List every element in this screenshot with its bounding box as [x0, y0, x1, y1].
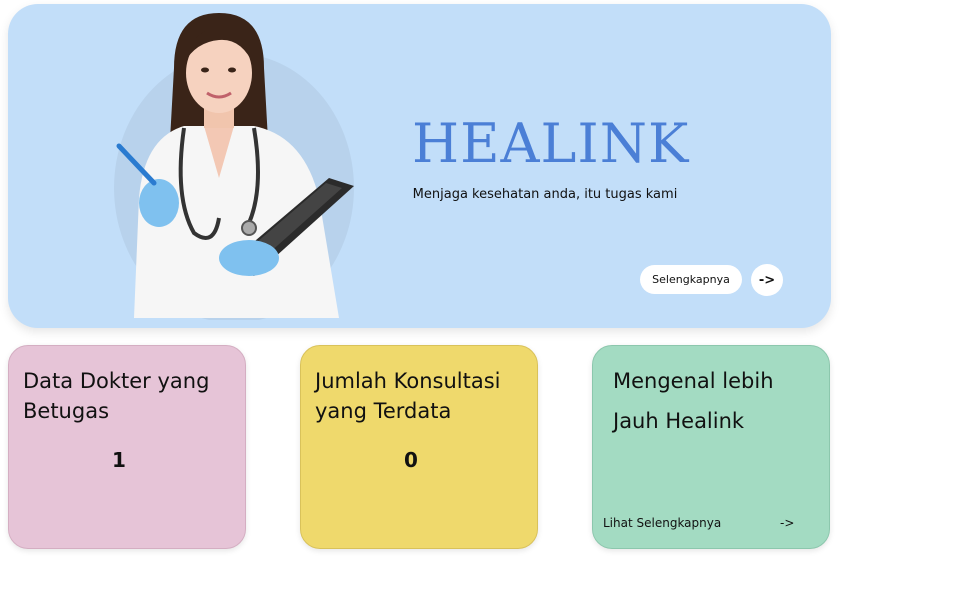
- card-title: Mengenal lebih Jauh Healink: [613, 369, 774, 433]
- consultation-count-card: Jumlah Konsultasi yang Terdata 0: [300, 345, 538, 549]
- consultation-count-value: 0: [404, 448, 418, 472]
- doctor-count-card: Data Dokter yang Betugas 1: [8, 345, 246, 549]
- see-more-arrow[interactable]: ->: [780, 516, 794, 530]
- brand-tagline: Menjaga kesehatan anda, itu tugas kami: [412, 187, 678, 202]
- learn-more-button[interactable]: Selengkapnya: [640, 265, 742, 294]
- doctor-count-value: 1: [112, 448, 126, 472]
- see-more-link[interactable]: Lihat Selengkapnya: [603, 516, 721, 530]
- hero-banner: HEALINK Menjaga kesehatan anda, itu tuga…: [8, 4, 831, 328]
- about-healink-card[interactable]: Mengenal lebih Jauh Healink Lihat Seleng…: [592, 345, 830, 549]
- doctor-illustration: [114, 13, 354, 320]
- next-arrow-button[interactable]: ->: [751, 264, 783, 296]
- card-title: Data Dokter yang Betugas: [23, 369, 210, 423]
- brand-title: HEALINK: [412, 112, 690, 175]
- card-title: Jumlah Konsultasi yang Terdata: [315, 369, 501, 423]
